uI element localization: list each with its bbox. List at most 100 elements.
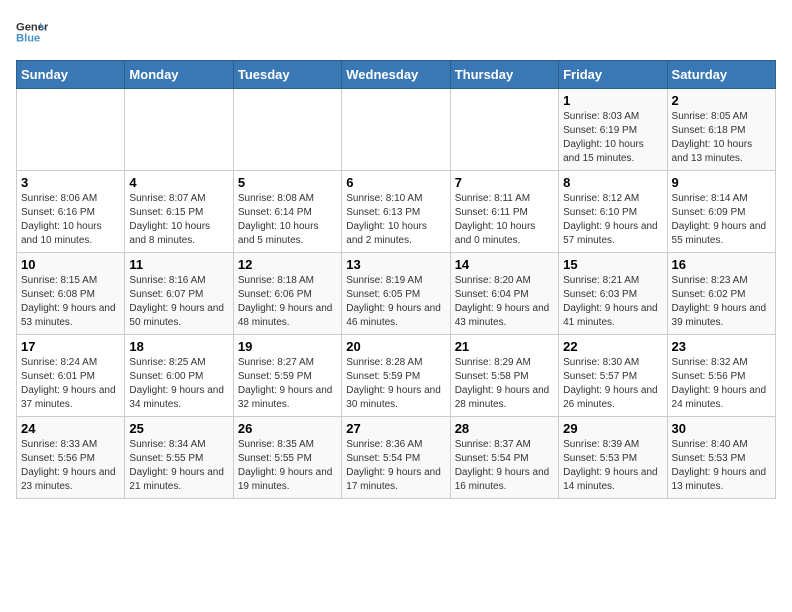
calendar-cell: 16 Sunrise: 8:23 AM Sunset: 6:02 PM Dayli… (667, 253, 775, 335)
day-info: Sunrise: 8:07 AM Sunset: 6:15 PM Dayligh… (129, 192, 228, 248)
svg-text:Blue: Blue (16, 33, 40, 45)
day-info: Sunrise: 8:06 AM Sunset: 6:16 PM Dayligh… (21, 192, 120, 248)
weekday-header: Thursday (450, 61, 558, 89)
calendar-header: SundayMondayTuesdayWednesdayThursdayFrid… (17, 61, 776, 89)
day-number: 14 (455, 257, 554, 272)
day-number: 2 (672, 93, 771, 108)
day-info: Sunrise: 8:33 AM Sunset: 5:56 PM Dayligh… (21, 438, 120, 494)
day-number: 24 (21, 421, 120, 436)
day-number: 25 (129, 421, 228, 436)
calendar-cell: 2 Sunrise: 8:05 AM Sunset: 6:18 PM Daylig… (667, 89, 775, 171)
day-number: 9 (672, 175, 771, 190)
day-number: 30 (672, 421, 771, 436)
calendar-cell: 28Sunrise: 8:37 AM Sunset: 5:54 PM Dayli… (450, 417, 558, 499)
calendar-cell: 17Sunrise: 8:24 AM Sunset: 6:01 PM Dayli… (17, 335, 125, 417)
calendar-week: 3 Sunrise: 8:06 AM Sunset: 6:16 PM Daylig… (17, 171, 776, 253)
day-number: 3 (21, 175, 120, 190)
day-info: Sunrise: 8:28 AM Sunset: 5:59 PM Dayligh… (346, 356, 445, 412)
day-info: Sunrise: 8:36 AM Sunset: 5:54 PM Dayligh… (346, 438, 445, 494)
calendar-cell: 1 Sunrise: 8:03 AM Sunset: 6:19 PM Daylig… (559, 89, 667, 171)
calendar-cell: 9 Sunrise: 8:14 AM Sunset: 6:09 PM Daylig… (667, 171, 775, 253)
calendar-cell: 21 Sunrise: 8:29 AM Sunset: 5:58 PM Dayli… (450, 335, 558, 417)
day-info: Sunrise: 8:12 AM Sunset: 6:10 PM Dayligh… (563, 192, 662, 248)
day-info: Sunrise: 8:35 AM Sunset: 5:55 PM Dayligh… (238, 438, 337, 494)
calendar-cell (125, 89, 233, 171)
calendar-cell (450, 89, 558, 171)
logo-icon: General Blue (16, 16, 48, 48)
day-info: Sunrise: 8:21 AM Sunset: 6:03 PM Dayligh… (563, 274, 662, 330)
day-info: Sunrise: 8:29 AM Sunset: 5:58 PM Dayligh… (455, 356, 554, 412)
calendar-cell: 15 Sunrise: 8:21 AM Sunset: 6:03 PM Dayli… (559, 253, 667, 335)
day-number: 28 (455, 421, 554, 436)
day-info: Sunrise: 8:20 AM Sunset: 6:04 PM Dayligh… (455, 274, 554, 330)
day-number: 13 (346, 257, 445, 272)
day-number: 23 (672, 339, 771, 354)
day-number: 1 (563, 93, 662, 108)
calendar-cell: 11 Sunrise: 8:16 AM Sunset: 6:07 PM Dayli… (125, 253, 233, 335)
calendar-cell: 10Sunrise: 8:15 AM Sunset: 6:08 PM Dayli… (17, 253, 125, 335)
day-number: 18 (129, 339, 228, 354)
weekday-header: Wednesday (342, 61, 450, 89)
calendar-cell: 5Sunrise: 8:08 AM Sunset: 6:14 PM Daylig… (233, 171, 341, 253)
calendar-cell: 30 Sunrise: 8:40 AM Sunset: 5:53 PM Dayli… (667, 417, 775, 499)
calendar-cell: 6Sunrise: 8:10 AM Sunset: 6:13 PM Daylig… (342, 171, 450, 253)
day-info: Sunrise: 8:40 AM Sunset: 5:53 PM Dayligh… (672, 438, 771, 494)
day-number: 5 (238, 175, 337, 190)
calendar-cell (233, 89, 341, 171)
calendar-week: 10Sunrise: 8:15 AM Sunset: 6:08 PM Dayli… (17, 253, 776, 335)
calendar-cell: 14 Sunrise: 8:20 AM Sunset: 6:04 PM Dayli… (450, 253, 558, 335)
calendar-cell: 27 Sunrise: 8:36 AM Sunset: 5:54 PM Dayli… (342, 417, 450, 499)
day-info: Sunrise: 8:19 AM Sunset: 6:05 PM Dayligh… (346, 274, 445, 330)
calendar-week: 24 Sunrise: 8:33 AM Sunset: 5:56 PM Dayli… (17, 417, 776, 499)
day-info: Sunrise: 8:05 AM Sunset: 6:18 PM Dayligh… (672, 110, 771, 166)
day-number: 29 (563, 421, 662, 436)
day-number: 10 (21, 257, 120, 272)
day-number: 27 (346, 421, 445, 436)
calendar-cell (342, 89, 450, 171)
weekday-header: Friday (559, 61, 667, 89)
calendar-week: 1 Sunrise: 8:03 AM Sunset: 6:19 PM Daylig… (17, 89, 776, 171)
calendar-cell: 18 Sunrise: 8:25 AM Sunset: 6:00 PM Dayli… (125, 335, 233, 417)
calendar-cell: 3 Sunrise: 8:06 AM Sunset: 6:16 PM Daylig… (17, 171, 125, 253)
day-number: 15 (563, 257, 662, 272)
page-header: General Blue (16, 16, 776, 48)
weekday-header: Saturday (667, 61, 775, 89)
day-number: 20 (346, 339, 445, 354)
logo: General Blue (16, 16, 48, 48)
day-info: Sunrise: 8:14 AM Sunset: 6:09 PM Dayligh… (672, 192, 771, 248)
day-info: Sunrise: 8:32 AM Sunset: 5:56 PM Dayligh… (672, 356, 771, 412)
calendar-cell: 24 Sunrise: 8:33 AM Sunset: 5:56 PM Dayli… (17, 417, 125, 499)
day-info: Sunrise: 8:34 AM Sunset: 5:55 PM Dayligh… (129, 438, 228, 494)
day-info: Sunrise: 8:23 AM Sunset: 6:02 PM Dayligh… (672, 274, 771, 330)
day-number: 12 (238, 257, 337, 272)
calendar-week: 17Sunrise: 8:24 AM Sunset: 6:01 PM Dayli… (17, 335, 776, 417)
weekday-header: Monday (125, 61, 233, 89)
day-number: 19 (238, 339, 337, 354)
day-number: 11 (129, 257, 228, 272)
day-info: Sunrise: 8:25 AM Sunset: 6:00 PM Dayligh… (129, 356, 228, 412)
day-info: Sunrise: 8:10 AM Sunset: 6:13 PM Dayligh… (346, 192, 445, 248)
day-info: Sunrise: 8:27 AM Sunset: 5:59 PM Dayligh… (238, 356, 337, 412)
day-number: 21 (455, 339, 554, 354)
day-info: Sunrise: 8:11 AM Sunset: 6:11 PM Dayligh… (455, 192, 554, 248)
day-info: Sunrise: 8:03 AM Sunset: 6:19 PM Dayligh… (563, 110, 662, 166)
calendar-cell: 4 Sunrise: 8:07 AM Sunset: 6:15 PM Daylig… (125, 171, 233, 253)
calendar-cell: 23 Sunrise: 8:32 AM Sunset: 5:56 PM Dayli… (667, 335, 775, 417)
day-number: 17 (21, 339, 120, 354)
day-info: Sunrise: 8:39 AM Sunset: 5:53 PM Dayligh… (563, 438, 662, 494)
calendar-cell: 7 Sunrise: 8:11 AM Sunset: 6:11 PM Daylig… (450, 171, 558, 253)
day-number: 7 (455, 175, 554, 190)
day-number: 8 (563, 175, 662, 190)
day-number: 4 (129, 175, 228, 190)
calendar-body: 1 Sunrise: 8:03 AM Sunset: 6:19 PM Daylig… (17, 89, 776, 499)
day-number: 16 (672, 257, 771, 272)
calendar-cell (17, 89, 125, 171)
calendar-cell: 19 Sunrise: 8:27 AM Sunset: 5:59 PM Dayli… (233, 335, 341, 417)
day-info: Sunrise: 8:18 AM Sunset: 6:06 PM Dayligh… (238, 274, 337, 330)
day-number: 26 (238, 421, 337, 436)
weekday-header: Sunday (17, 61, 125, 89)
calendar-cell: 22Sunrise: 8:30 AM Sunset: 5:57 PM Dayli… (559, 335, 667, 417)
day-number: 22 (563, 339, 662, 354)
day-info: Sunrise: 8:16 AM Sunset: 6:07 PM Dayligh… (129, 274, 228, 330)
weekday-header: Tuesday (233, 61, 341, 89)
